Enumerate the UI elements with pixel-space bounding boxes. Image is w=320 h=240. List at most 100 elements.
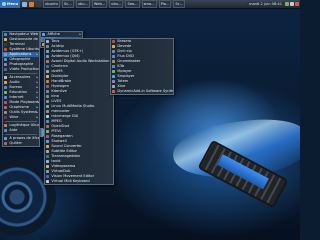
transmageddon-icon [46, 154, 50, 159]
openshot-icon [46, 124, 50, 129]
mpeg-icon [46, 119, 50, 124]
xfce-logo-icon [2, 2, 6, 6]
office-icon [4, 85, 8, 90]
ubuntu-icon [4, 47, 8, 52]
file-manager-icon [4, 37, 8, 42]
menu-item-label: Wine [9, 115, 19, 119]
menu-item[interactable]: Vidéo Production [3, 67, 39, 72]
dvdstyler-icon [46, 74, 50, 79]
k3b-icon [112, 64, 116, 69]
menu-item[interactable]: Quitter [3, 141, 39, 146]
dvd-icon [46, 44, 50, 49]
taskbar-button[interactable]: ubu... [109, 0, 124, 8]
taskbar-button[interactable]: Web... [91, 0, 108, 8]
keyboard-icon [46, 179, 50, 184]
sound-converter-icon [46, 144, 50, 149]
taskbar-button[interactable]: sma... [141, 0, 157, 8]
taskbar-button[interactable]: Sea... [125, 0, 140, 8]
submenu-arrow-icon: ▸ [36, 52, 38, 56]
dvdrip-icon [112, 49, 116, 54]
tovid-icon [46, 159, 50, 164]
display-icon [42, 32, 46, 37]
panel-launchers [20, 1, 42, 7]
taskbar-button[interactable]: Sc... [173, 0, 186, 8]
avidemux-icon [46, 54, 50, 59]
submenu-arrow-icon: ▸ [36, 115, 38, 119]
hydrogen-icon [46, 84, 50, 89]
taskbar-button[interactable]: Sc... [61, 0, 74, 8]
menu-item-label: Aide [9, 128, 18, 132]
graphics-icon [4, 105, 8, 110]
internet-icon [4, 95, 8, 100]
vme-icon [46, 174, 50, 179]
software-center-icon [4, 123, 8, 128]
cinelerra-icon [46, 64, 50, 69]
virtualdub-icon [46, 169, 50, 174]
wine-icon [4, 115, 8, 120]
synthesizer-icon [112, 89, 116, 94]
handbrake-icon [46, 79, 50, 84]
smplayer-icon [112, 74, 116, 79]
submenu-arrow-icon: ▸ [38, 100, 39, 104]
menu-item-label: Vidéo Production [9, 67, 39, 71]
totem-icon [112, 79, 116, 84]
accessories-icon [4, 75, 8, 80]
audio-workstation-icon [46, 59, 50, 64]
menu-button-label: Menu [7, 2, 19, 6]
taskbar-button[interactable]: ubuntu [43, 0, 60, 8]
volume-icon[interactable] [290, 2, 294, 6]
terminal-icon [4, 42, 8, 47]
about-icon [4, 136, 8, 141]
menu-item[interactable]: Wine ▸ [3, 115, 39, 120]
menu-item-label: DynamicAdd-in Software Synthesizer [117, 89, 173, 93]
education-icon [4, 90, 8, 95]
taskbar-button[interactable]: Pla... [158, 0, 172, 8]
pitivi-icon [46, 129, 50, 134]
gnomebaker-icon [112, 59, 116, 64]
mplayer-icon [112, 69, 116, 74]
quit-icon [4, 141, 8, 146]
brasero-icon [112, 39, 116, 44]
avidemux-icon [46, 49, 50, 54]
menu-item-label: Virtual Midi Keyboard [51, 179, 90, 183]
applications-icon [4, 52, 8, 57]
video-submenu: Tous Acidrip Avidemux (GTK+) Avidemux (Qt4)… [44, 38, 114, 185]
audio-icon [4, 80, 8, 85]
shotwell-icon [46, 139, 50, 144]
menu-separator [5, 134, 37, 135]
help-icon [4, 128, 8, 133]
applications-menu-button[interactable]: Menu [0, 0, 21, 8]
clock[interactable]: mardi 2 juin 08:41 [246, 2, 284, 6]
all-icon [46, 39, 50, 44]
home-icon[interactable] [22, 1, 28, 7]
system-tray [285, 2, 300, 6]
mkvmerge-icon [46, 114, 50, 119]
rosegarden-icon [46, 134, 50, 139]
main-applications-menu: Navigateur WebGestionnaire de fichiersTe… [2, 31, 40, 147]
dvd-icon [112, 54, 116, 59]
firefox-icon[interactable] [29, 1, 35, 7]
taskbar-button[interactable]: ubu... [75, 0, 90, 8]
dvd-icon [46, 69, 50, 74]
globe-icon [4, 57, 8, 62]
top-panel: Menu ubuntu Sc... ubu... Web... ubu... Sea...… [0, 0, 300, 9]
panel-right-area: mardi 2 juin 08:41 [246, 2, 300, 6]
video-players-submenu: Brasero Devede Dvd::rip Flux DVD Gnomebaker K… [110, 38, 174, 95]
lmms-icon [46, 104, 50, 109]
menu-item-label: Quitter [9, 141, 23, 145]
lives-icon [46, 99, 50, 104]
menu-item[interactable]: Aide [3, 128, 39, 133]
menu-separator [5, 121, 37, 122]
devede-icon [112, 44, 116, 49]
camera-icon [4, 62, 8, 67]
menu-item[interactable]: Virtual Midi Keyboard [45, 179, 113, 184]
subtitle-icon [46, 149, 50, 154]
kdenlive-icon [46, 89, 50, 94]
mencoder-icon [46, 109, 50, 114]
kino-icon [46, 94, 50, 99]
power-icon[interactable] [295, 2, 299, 6]
menu-item[interactable]: DynamicAdd-in Software Synthesizer [111, 89, 173, 94]
games-icon [4, 100, 8, 105]
web-browser-icon [4, 32, 8, 37]
network-icon[interactable] [285, 2, 289, 6]
